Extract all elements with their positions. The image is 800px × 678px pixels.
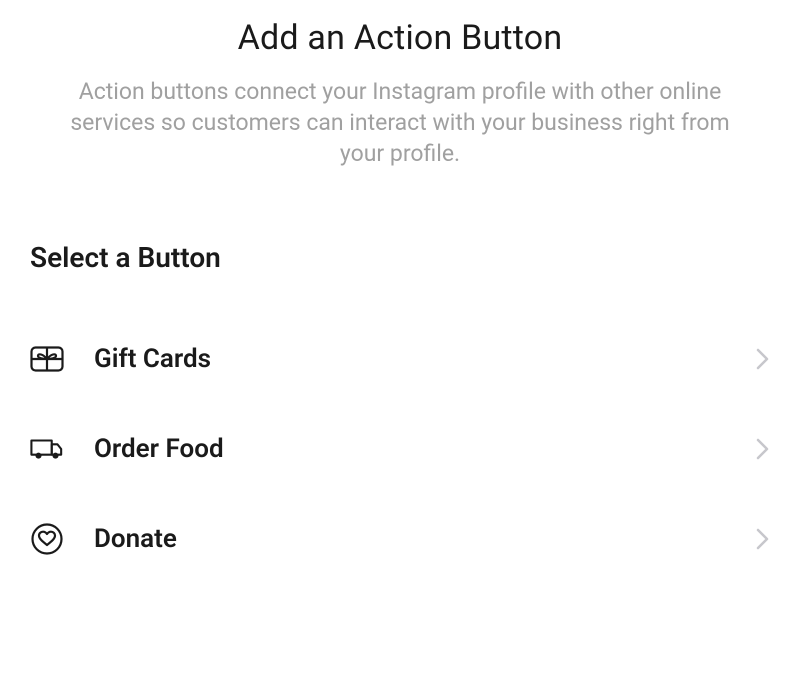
- heart-circle-icon: [30, 522, 64, 556]
- option-gift-cards[interactable]: Gift Cards: [30, 314, 770, 404]
- page-description: Action buttons connect your Instagram pr…: [30, 76, 770, 169]
- option-label: Order Food: [94, 434, 756, 464]
- option-order-food[interactable]: Order Food: [30, 404, 770, 494]
- chevron-right-icon: [756, 347, 770, 371]
- chevron-right-icon: [756, 527, 770, 551]
- section-title: Select a Button: [30, 241, 770, 274]
- page-title: Add an Action Button: [30, 18, 770, 58]
- gift-card-icon: [30, 342, 64, 376]
- action-button-list: Gift Cards Order Food: [30, 314, 770, 584]
- chevron-right-icon: [756, 437, 770, 461]
- option-donate[interactable]: Donate: [30, 494, 770, 584]
- option-label: Donate: [94, 524, 756, 554]
- option-label: Gift Cards: [94, 344, 756, 374]
- truck-icon: [30, 432, 64, 466]
